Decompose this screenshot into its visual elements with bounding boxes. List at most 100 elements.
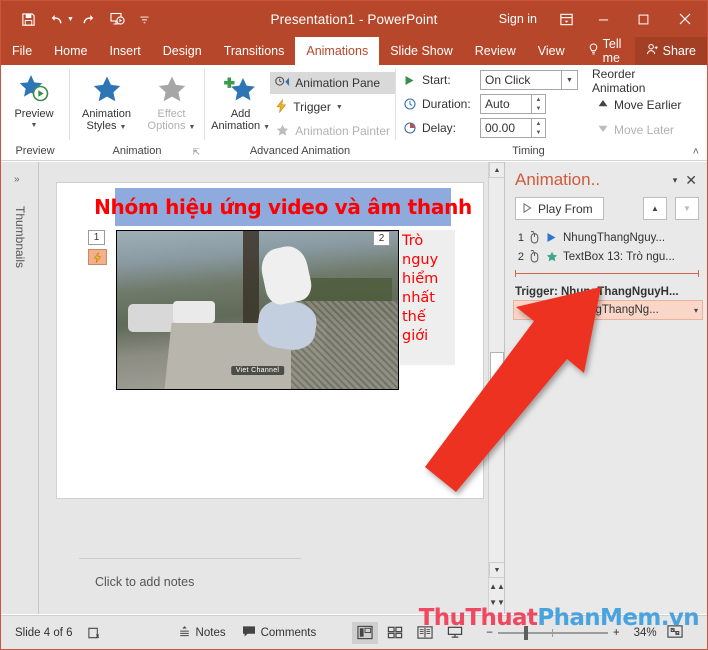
move-up-arrow-icon [597, 98, 609, 112]
trigger-item-order: 1 [522, 304, 529, 316]
animation-pane-menu-caret-icon[interactable]: ▾ [665, 175, 686, 186]
tab-design[interactable]: Design [152, 37, 213, 65]
start-presentation-icon[interactable] [104, 6, 130, 32]
add-animation-star-plus-icon [221, 73, 261, 107]
expand-thumbnails-icon[interactable]: » [14, 174, 20, 185]
normal-view-button[interactable] [352, 621, 379, 644]
delay-input[interactable]: 00.00 [480, 118, 532, 138]
collapse-ribbon-icon[interactable]: ˄ [693, 146, 699, 158]
animation-order-badge-1[interactable]: 1 [88, 230, 105, 245]
customize-qat-icon[interactable] [132, 6, 158, 32]
scroll-up-button[interactable]: ▲ [489, 162, 505, 178]
move-earlier-button[interactable]: Move Earlier [592, 94, 686, 116]
close-button[interactable] [663, 1, 707, 37]
video-placeholder[interactable]: Viet Channel [116, 230, 399, 390]
maximize-button[interactable] [623, 1, 663, 37]
preview-caret-icon[interactable]: ▼ [31, 120, 38, 132]
trigger-caret-icon[interactable]: ▼ [336, 104, 343, 111]
effect-options-label-line2: Options [147, 120, 186, 132]
duration-input[interactable]: Auto [480, 94, 532, 114]
notes-icon [178, 625, 191, 641]
comments-button[interactable]: Comments [242, 625, 316, 641]
animation-styles-button[interactable]: Animation Styles ▼ [74, 70, 139, 134]
play-from-button[interactable]: Play From [515, 197, 604, 220]
undo-dropdown-caret[interactable]: ▼ [67, 16, 74, 23]
preview-button[interactable]: Preview ▼ [1, 70, 67, 132]
tab-animations[interactable]: Animations [295, 37, 380, 65]
previous-slide-button[interactable]: ▲▲ [489, 578, 505, 594]
minimize-button[interactable] [583, 1, 623, 37]
animation-painter-button[interactable]: Animation Painter [270, 120, 395, 142]
sign-in-button[interactable]: Sign in [487, 12, 549, 26]
add-animation-button[interactable]: Add Animation ▼ [211, 70, 270, 134]
tab-insert[interactable]: Insert [99, 37, 152, 65]
duration-label: Duration: [422, 97, 471, 111]
tab-transitions[interactable]: Transitions [213, 37, 296, 65]
animation-list-item[interactable]: 1 NhungThangNguy... [515, 228, 703, 247]
effect-options-button[interactable]: Effect Options ▼ [139, 70, 204, 134]
animation-move-up-button[interactable]: ▲ [643, 197, 667, 220]
tab-view[interactable]: View [527, 37, 576, 65]
share-button[interactable]: Share [634, 37, 707, 65]
spell-check-icon[interactable] [73, 626, 102, 640]
delay-stepper[interactable]: ▲ ▼ [532, 118, 546, 138]
animation-pane-toolbar: Play From ▲ ▼ [505, 190, 707, 220]
move-later-button[interactable]: Move Later [592, 119, 686, 141]
redo-icon[interactable] [76, 6, 102, 32]
ribbon-display-options-icon[interactable] [549, 12, 583, 27]
slide-vertical-scrollbar[interactable]: ▲ ▼ ▲▲ ▼▼ [488, 162, 505, 614]
tab-file[interactable]: File [1, 37, 43, 65]
tell-me-button[interactable]: Tell me [576, 37, 631, 65]
start-dropdown-caret-icon[interactable]: ▼ [562, 70, 578, 90]
scroll-down-button[interactable]: ▼ [489, 562, 505, 578]
move-later-label: Move Later [614, 123, 675, 137]
effect-options-caret-icon[interactable]: ▼ [189, 124, 196, 131]
animation-dialog-launcher-icon[interactable]: ⇱ [192, 147, 200, 158]
start-select[interactable]: On Click [480, 70, 562, 90]
animation-list-item[interactable]: 2 TextBox 13: Trò ngu... [515, 247, 703, 266]
slide-side-textbox[interactable]: Trò nguy hiểm nhất thế giới [400, 230, 455, 365]
animation-styles-label-line2: Styles [86, 120, 117, 132]
slide-title-textbox[interactable]: Nhóm hiệu ứng video và âm thanh [94, 188, 472, 226]
timeline-line [515, 273, 699, 274]
play-triangle-icon [523, 202, 532, 216]
trigger-bolt-badge[interactable] [88, 249, 107, 265]
tab-home[interactable]: Home [43, 37, 98, 65]
animation-pane: Animation.. ▾ ✕ Play From ▲ ▼ 1 NhungTha… [504, 162, 707, 614]
thumbnails-panel[interactable]: » Thumbnails [1, 162, 39, 614]
slide-counter[interactable]: Slide 4 of 6 [1, 627, 73, 639]
main-area: » Thumbnails Nhóm hiệu ứng video và âm t… [1, 162, 707, 614]
duration-stepper[interactable]: ▲ ▼ [532, 94, 546, 114]
effect-options-star-icon [156, 73, 188, 107]
move-down-arrow-icon [597, 123, 609, 137]
ribbon-tabs: File Home Insert Design Transitions Anim… [1, 37, 707, 65]
animation-move-down-button[interactable]: ▼ [675, 197, 699, 220]
animation-pane-title: Animation.. [515, 170, 601, 189]
notes-placeholder: Click to add notes [95, 575, 195, 589]
tab-review[interactable]: Review [464, 37, 527, 65]
add-animation-caret-icon[interactable]: ▼ [263, 124, 270, 131]
video-channel-watermark: Viet Channel [230, 366, 285, 375]
animation-order-badge-2[interactable]: 2 [373, 231, 390, 246]
animation-styles-caret-icon[interactable]: ▼ [120, 124, 127, 131]
video-car-second [173, 300, 216, 323]
trigger-item-dropdown-caret-icon[interactable]: ▾ [694, 306, 698, 315]
trigger-button[interactable]: Trigger ▼ [270, 96, 395, 118]
animation-styles-star-icon [91, 73, 123, 107]
tab-slide-show[interactable]: Slide Show [379, 37, 464, 65]
trigger-animation-item[interactable]: 1 NhungThangNg... ▾ [513, 300, 703, 320]
slide-canvas[interactable]: Nhóm hiệu ứng video và âm thanh 1 Viet C… [56, 182, 484, 499]
animation-pane-button[interactable]: Animation Pane [270, 72, 395, 94]
notes-button[interactable]: Notes [178, 625, 226, 641]
save-icon[interactable] [15, 6, 41, 32]
animation-pane-header: Animation.. ▾ ✕ [505, 162, 707, 190]
ribbon-group-animation: Animation Styles ▼ Effect Options ▼ Anim… [70, 65, 204, 160]
quick-access-toolbar: ▼ [1, 6, 158, 32]
undo-icon[interactable] [43, 6, 69, 32]
animation-pane-close-icon[interactable]: ✕ [685, 172, 701, 189]
add-animation-label-line1: Add [230, 108, 251, 120]
notes-pane[interactable]: Click to add notes [79, 558, 301, 614]
scrollbar-thumb[interactable] [490, 352, 504, 428]
slide-sorter-view-button[interactable] [382, 622, 408, 644]
animation-item-label: NhungThangNguy... [563, 231, 666, 244]
